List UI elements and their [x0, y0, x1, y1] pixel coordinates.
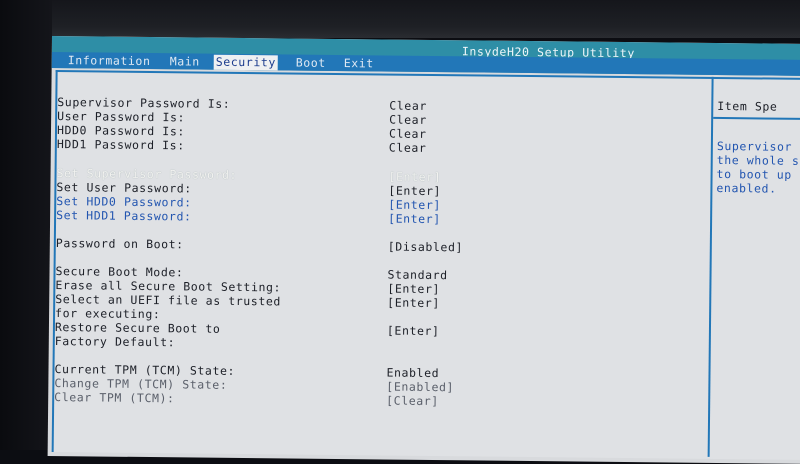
- setting-value: [Enabled]: [386, 379, 455, 395]
- setting-value[interactable]: [Enter]: [387, 296, 440, 311]
- setting-value: [Clear]: [386, 393, 439, 409]
- setting-value: Clear: [388, 140, 427, 155]
- setting-label: Set HDD0 Password:: [56, 194, 192, 210]
- setting-value: Enabled: [386, 365, 440, 381]
- setting-label: Set User Password:: [56, 180, 192, 196]
- setting-label: Secure Boot Mode:: [55, 264, 184, 280]
- setting-label: Password on Boot:: [55, 236, 184, 252]
- setting-label: Clear TPM (TCM):: [54, 390, 175, 406]
- setting-value[interactable]: [Enter]: [387, 282, 440, 297]
- setting-value: Clear: [389, 98, 427, 113]
- setting-value[interactable]: [Enter]: [388, 198, 441, 213]
- setting-value[interactable]: [Enter]: [388, 184, 441, 199]
- setting-value[interactable]: [Enter]: [388, 212, 441, 227]
- tab-boot[interactable]: Boot: [296, 56, 326, 71]
- setting-label: HDD1 Password Is:: [56, 137, 185, 153]
- tab-information[interactable]: Information: [68, 53, 151, 69]
- monitor-bezel-top: [0, 0, 800, 38]
- help-text-line: Supervisor: [716, 138, 793, 154]
- setting-label: HDD0 Password Is:: [56, 123, 185, 139]
- help-text-line: the whole s: [716, 152, 800, 168]
- monitor-bezel-left: [0, 0, 52, 450]
- setting-value: Clear: [389, 112, 427, 127]
- setting-value: Standard: [387, 267, 448, 283]
- setting-value: Clear: [388, 126, 427, 141]
- help-text-line: to boot up: [716, 166, 792, 182]
- tab-exit[interactable]: Exit: [344, 56, 374, 71]
- bios-screen: InsydeH20 Setup Utility Information Main…: [47, 36, 800, 464]
- setting-label: for executing:: [55, 306, 161, 322]
- setting-label: Set HDD1 Password:: [56, 208, 192, 224]
- setting-label: User Password Is:: [57, 109, 186, 125]
- help-text-line: enabled.: [716, 180, 777, 196]
- setting-value[interactable]: [Disabled]: [388, 240, 463, 255]
- setting-value[interactable]: [Enter]: [388, 170, 441, 185]
- tab-security[interactable]: Security: [213, 54, 279, 71]
- tab-main[interactable]: Main: [170, 54, 200, 69]
- setting-value[interactable]: [Enter]: [387, 324, 440, 339]
- help-panel-title: Item Spe: [717, 98, 778, 114]
- setting-label: Factory Default:: [54, 334, 176, 350]
